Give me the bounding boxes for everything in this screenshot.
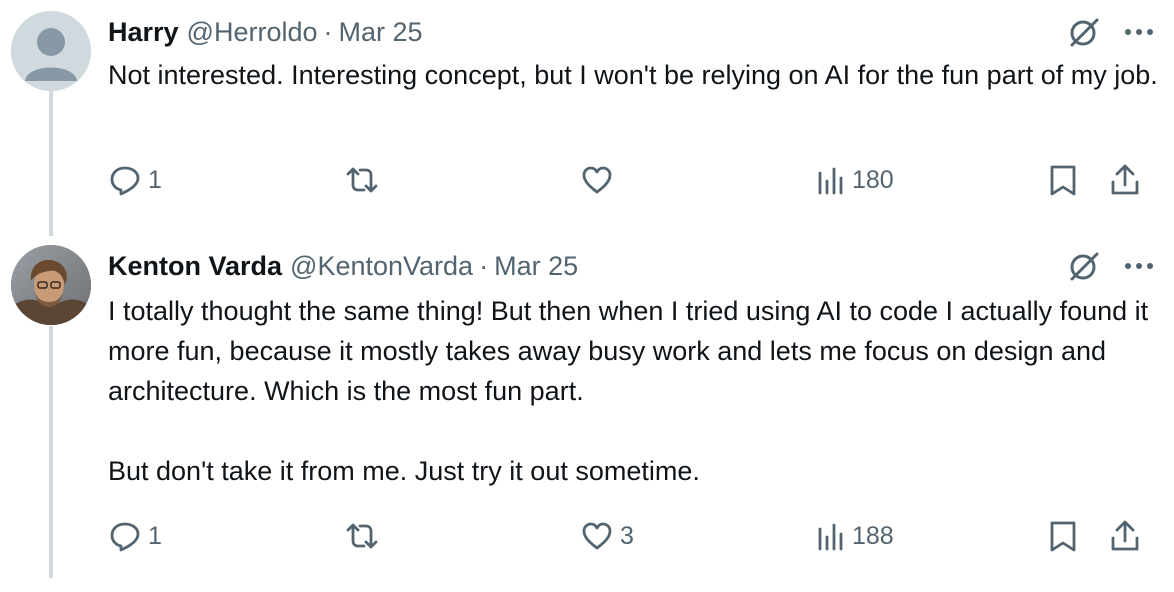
tweet[interactable]: Harry @Herroldo · Mar 25 Not interested.… [0,0,1174,236]
tweet-text: Not interested. Interesting concept, but… [108,55,1158,95]
like-button[interactable] [580,160,620,200]
header-icons [1066,12,1154,52]
heart-icon [582,166,612,194]
views-chart-icon [818,167,843,195]
bookmark-button[interactable] [1048,160,1078,200]
reply-count: 1 [148,521,162,550]
user-photo [11,245,91,325]
bookmark-icon [1050,165,1076,196]
thread-line [49,91,53,236]
retweet-button[interactable] [344,516,386,556]
share-button[interactable] [1108,160,1142,200]
tweet[interactable]: Kenton Varda @KentonVarda · Mar 25 I tot… [0,236,1174,592]
reply-count: 1 [148,165,162,194]
grok-icon[interactable] [1066,248,1102,284]
grok-icon[interactable] [1066,14,1102,50]
reply-icon [110,166,140,196]
tweet-paragraph: I totally thought the same thing! But th… [108,296,1149,406]
thread-line [49,326,53,578]
tweet-paragraph: But don't take it from me. Just try it o… [108,456,700,486]
retweet-icon [346,523,378,549]
reply-button[interactable]: 1 [108,160,162,200]
user-handle[interactable]: @KentonVarda [290,251,473,282]
action-bar: 1 180 [108,160,1148,200]
more-options-icon[interactable] [1124,262,1154,270]
separator: · [479,250,489,281]
views-button[interactable]: 180 [816,160,894,200]
tweet-date[interactable]: Mar 25 [339,17,423,48]
like-button[interactable]: 3 [580,516,634,556]
views-count: 188 [852,521,894,550]
tweet-header: Harry @Herroldo · Mar 25 [108,12,1154,52]
separator: · [323,16,333,47]
display-name[interactable]: Kenton Varda [108,251,282,282]
tweet-paragraph: Not interested. Interesting concept, but… [108,60,1158,90]
more-options-icon[interactable] [1124,28,1154,36]
default-user-icon [11,11,91,91]
like-count: 3 [620,521,634,550]
action-bar: 1 3 188 [108,516,1148,556]
heart-icon [582,522,612,550]
bookmark-icon [1050,521,1076,552]
share-icon [1111,520,1139,551]
avatar[interactable] [11,11,91,91]
reply-icon [110,522,140,552]
retweet-icon [346,167,378,193]
tweet-date[interactable]: Mar 25 [494,251,578,282]
avatar[interactable] [11,245,91,325]
retweet-button[interactable] [344,160,386,200]
tweet-header: Kenton Varda @KentonVarda · Mar 25 [108,246,1154,286]
user-handle[interactable]: @Herroldo [187,17,318,48]
reply-button[interactable]: 1 [108,516,162,556]
tweet-text: I totally thought the same thing! But th… [108,291,1158,491]
share-button[interactable] [1108,516,1142,556]
views-count: 180 [852,165,894,194]
display-name[interactable]: Harry [108,17,179,48]
bookmark-button[interactable] [1048,516,1078,556]
header-icons [1066,246,1154,286]
views-button[interactable]: 188 [816,516,894,556]
views-chart-icon [818,523,843,551]
share-icon [1111,164,1139,195]
